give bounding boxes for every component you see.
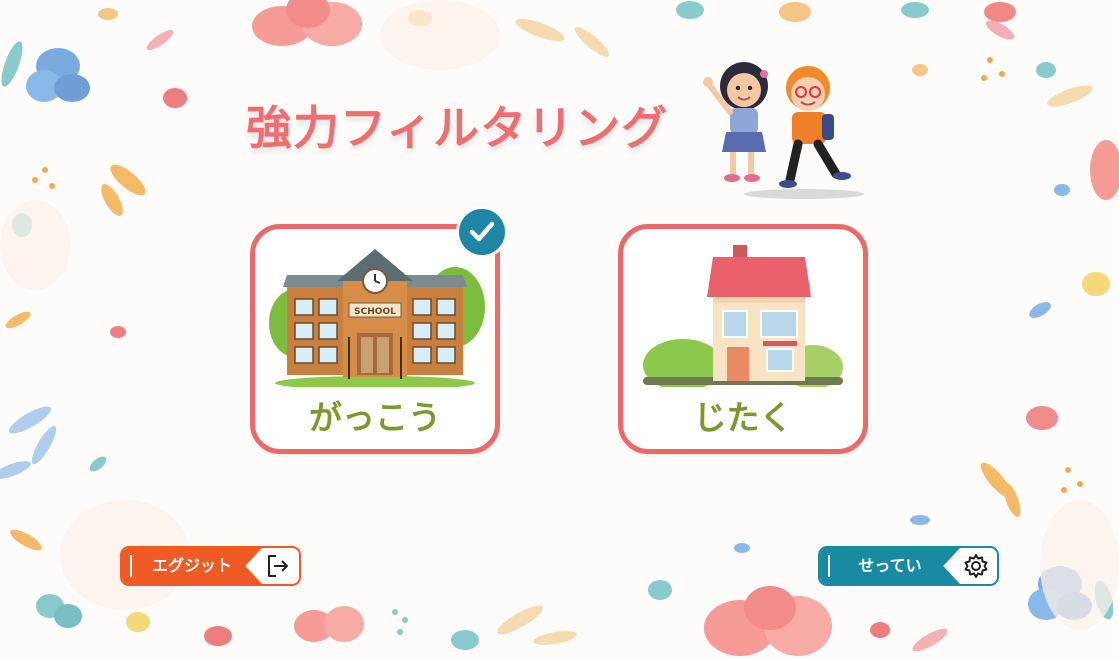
home-mode-label: じたく [693, 398, 793, 437]
exit-button-label: エグジット [151, 556, 232, 575]
school-sign-text: SCHOOL [354, 307, 396, 317]
selected-check-icon [456, 206, 508, 258]
background-blob [1040, 500, 1119, 630]
exit-button[interactable]: エグジット [120, 546, 301, 586]
house-icon [643, 245, 843, 387]
settings-button-divider [828, 555, 830, 577]
gear-icon [964, 554, 988, 578]
exit-button-divider [130, 555, 132, 577]
exit-icon [268, 555, 288, 577]
background-blob [0, 200, 70, 290]
settings-button-label: せってい [858, 556, 922, 575]
background-blob [380, 0, 500, 70]
app-screen: 強力フィルタリング SCHOOL がっこう じたく エグジット せってい [0, 0, 1119, 659]
page-title: 強力フィルタリング [246, 101, 669, 155]
school-building-icon: SCHOOL [269, 249, 485, 387]
settings-button[interactable]: せってい [818, 546, 999, 586]
kids-illustration [703, 62, 864, 199]
school-mode-card[interactable]: SCHOOL がっこう [250, 224, 500, 454]
school-mode-label: がっこう [309, 398, 441, 437]
home-mode-card[interactable]: じたく [618, 224, 868, 454]
